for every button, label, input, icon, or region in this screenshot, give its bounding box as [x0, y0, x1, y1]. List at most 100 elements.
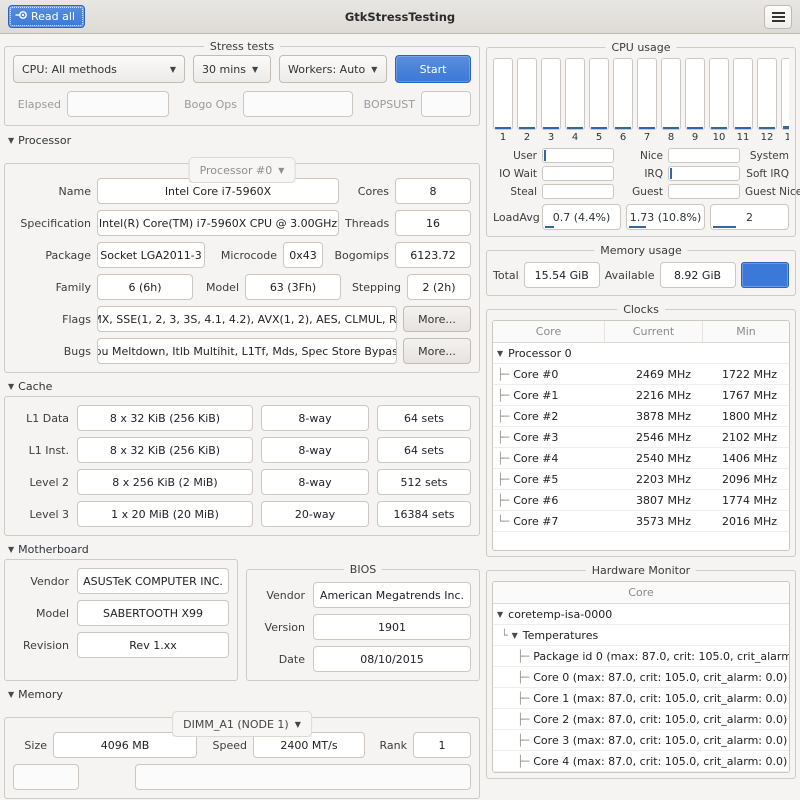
loadavg-value-2: 1.73 (10.8%)	[629, 210, 702, 224]
table-row[interactable]: ├─ Core 3 (max: 87.0, crit: 105.0, crit_…	[493, 730, 789, 751]
memory-section-header[interactable]: ▼ Memory	[4, 686, 480, 704]
chevron-down-icon: ▼	[8, 545, 15, 554]
hardware-monitor-treeview[interactable]: Core ▼ coretemp-isa-0000 └ ▼ Temperature…	[492, 581, 790, 773]
motherboard-model-row: Model SABERTOOTH X99	[13, 600, 229, 626]
clock-min-value: 1774 MHz	[721, 493, 777, 507]
chevron-down-icon[interactable]: ▼	[497, 349, 503, 358]
clock-min-value: 1722 MHz	[721, 367, 777, 381]
bopsust-label: BOPSUST	[363, 97, 415, 111]
cache-frame: L1 Data 8 x 32 KiB (256 KiB) 8-way 64 se…	[4, 396, 480, 536]
chevron-down-icon[interactable]: ▼	[512, 631, 518, 640]
memory-extra-value-2	[135, 764, 471, 790]
table-row[interactable]: ├─ Core #2 3878 MHz 1800 MHz	[493, 406, 789, 427]
stepping-label: Stepping	[351, 280, 401, 294]
hw-col-core[interactable]: Core	[493, 582, 789, 603]
model-label: Model	[205, 280, 239, 294]
flags-more-button[interactable]: More...	[403, 306, 471, 332]
hw-group-row[interactable]: └ ▼ Temperatures	[493, 625, 789, 646]
table-row[interactable]: ├─ Core #6 3807 MHz 1774 MHz	[493, 490, 789, 511]
table-row[interactable]: ├─ Core 4 (max: 87.0, crit: 105.0, crit_…	[493, 751, 789, 772]
memory-section-title: Memory	[18, 688, 63, 701]
cache-section-header[interactable]: ▼ Cache	[4, 378, 480, 396]
mb-model-label: Model	[35, 606, 69, 620]
cpu-bar	[613, 58, 633, 130]
bios-version-value: 1901	[313, 614, 471, 640]
stress-duration-dropdown[interactable]: 30 mins ▼	[193, 55, 271, 83]
mem-total-label: Total	[493, 268, 519, 282]
table-row[interactable]: ├─ Core 0 (max: 87.0, crit: 105.0, crit_…	[493, 667, 789, 688]
processor-section-header[interactable]: ▼ Processor	[4, 132, 480, 150]
bugs-more-button[interactable]: More...	[403, 338, 471, 364]
cache-level-label: Level 3	[29, 507, 69, 521]
cpu-bar	[685, 58, 705, 130]
table-row[interactable]: ├─ Core #4 2540 MHz 1406 MHz	[493, 448, 789, 469]
clock-min-value: 1406 MHz	[721, 451, 777, 465]
table-row[interactable]: ├─ Core #3 2546 MHz 2102 MHz	[493, 427, 789, 448]
family-label: Family	[55, 280, 91, 294]
clocks-group-row[interactable]: ▼ Processor 0	[493, 343, 789, 364]
bios-version-row: Version 1901	[255, 614, 471, 640]
hamburger-menu-button[interactable]	[764, 4, 792, 29]
cpu-bar	[589, 58, 609, 130]
cache-level-label: L1 Data	[26, 411, 69, 425]
cache-level-label: Level 2	[29, 475, 69, 489]
table-row[interactable]: └─ Core #7 3573 MHz 2016 MHz	[493, 511, 789, 532]
stress-method-dropdown[interactable]: CPU: All methods ▼	[13, 55, 185, 83]
bios-frame: BIOS Vendor American Megatrends Inc. Ver…	[246, 563, 480, 681]
bios-legend: BIOS	[343, 563, 383, 576]
stress-workers-dropdown[interactable]: Workers: Auto ▼	[279, 55, 387, 83]
cache-size-value: 8 x 256 KiB (2 MiB)	[77, 469, 253, 495]
hw-sensor-label: Core 1 (max: 87.0, crit: 105.0, crit_ala…	[533, 691, 788, 705]
loadavg-cell-1: 0.7 (4.4%)	[542, 204, 621, 230]
cache-row: Level 2 8 x 256 KiB (2 MiB) 8-way 512 se…	[13, 469, 471, 495]
clocks-col-current[interactable]: Current	[605, 321, 703, 342]
cpu-bar-column: 7	[637, 58, 657, 143]
table-row[interactable]: ├─ Package id 0 (max: 87.0, crit: 105.0,…	[493, 646, 789, 667]
chevron-down-icon: ▼	[8, 690, 15, 699]
memory-rank-value: 1	[413, 732, 471, 758]
cache-sets-value: 64 sets	[377, 437, 471, 463]
hw-sensor-label: Core 4 (max: 87.0, crit: 105.0, crit_ala…	[533, 754, 788, 768]
cache-sets-value: 512 sets	[377, 469, 471, 495]
table-row[interactable]: ├─ Core #1 2216 MHz 1767 MHz	[493, 385, 789, 406]
flags-label: Flags	[62, 312, 91, 326]
table-row[interactable]: ├─ Core 1 (max: 87.0, crit: 105.0, crit_…	[493, 688, 789, 709]
processor-spec-row: Specification Intel(R) Core(TM) i7-5960X…	[13, 210, 471, 236]
chevron-down-icon[interactable]: ▼	[497, 610, 503, 619]
clocks-treeview[interactable]: Core Current Min ▼ Processor 0 ├─ Core #0…	[492, 320, 790, 551]
hw-chip-row[interactable]: ▼ coretemp-isa-0000	[493, 604, 789, 625]
tree-branch-icon: ├─	[517, 691, 529, 705]
processor-frame: Processor #0 ▼ Name Intel Core i7-5960X …	[4, 157, 480, 373]
motherboard-section-header[interactable]: ▼ Motherboard	[4, 541, 480, 559]
model-value: 63 (3Fh)	[245, 274, 341, 300]
loadavg-row: LoadAvg 0.7 (4.4%) 1.73 (10.8%) 2	[493, 204, 789, 230]
clocks-col-core[interactable]: Core	[493, 321, 605, 342]
clock-core-label: Core #2	[513, 409, 559, 423]
left-panel: Stress tests CPU: All methods ▼ 30 mins …	[0, 34, 484, 800]
table-row[interactable]: ├─ Core 2 (max: 87.0, crit: 105.0, crit_…	[493, 709, 789, 730]
cores-label: Cores	[357, 184, 389, 198]
hw-sensor-label: Core 0 (max: 87.0, crit: 105.0, crit_ala…	[533, 670, 788, 684]
start-button[interactable]: Start	[395, 55, 471, 83]
processor-selector-dropdown[interactable]: Processor #0 ▼	[188, 157, 296, 183]
cache-ways-value: 20-way	[261, 501, 369, 527]
memory-dimm-value: DIMM_A1 (NODE 1)	[183, 717, 289, 731]
memory-rank-label: Rank	[379, 738, 407, 752]
tree-branch-icon: ├─	[497, 493, 509, 507]
clocks-col-min[interactable]: Min	[703, 321, 789, 342]
clock-current-value: 2216 MHz	[635, 388, 691, 402]
memory-dimm-selector-dropdown[interactable]: DIMM_A1 (NODE 1) ▼	[172, 711, 312, 737]
memory-size-label: Size	[24, 738, 47, 752]
cpu-bar-label: 5	[595, 132, 603, 143]
table-row[interactable]: ├─ Core #5 2203 MHz 2096 MHz	[493, 469, 789, 490]
processor-package-row: Package Socket LGA2011-3 Microcode 0x43 …	[13, 242, 471, 268]
clock-current-value: 2469 MHz	[635, 367, 691, 381]
read-all-button[interactable]: Read all	[8, 5, 85, 28]
bugs-value: Cpu Meltdown, Itlb Multihit, L1Tf, Mds, …	[97, 338, 397, 364]
table-row[interactable]: ├─ Core #0 2469 MHz 1722 MHz	[493, 364, 789, 385]
usage-softirq-label: Soft IRQ	[746, 167, 789, 180]
tree-branch-icon: └─	[497, 514, 509, 528]
cpu-bar-label: 8	[667, 132, 675, 143]
clocks-frame: Clocks Core Current Min ▼ Processor 0 ├─…	[486, 303, 796, 557]
processor-section-title: Processor	[18, 134, 72, 147]
